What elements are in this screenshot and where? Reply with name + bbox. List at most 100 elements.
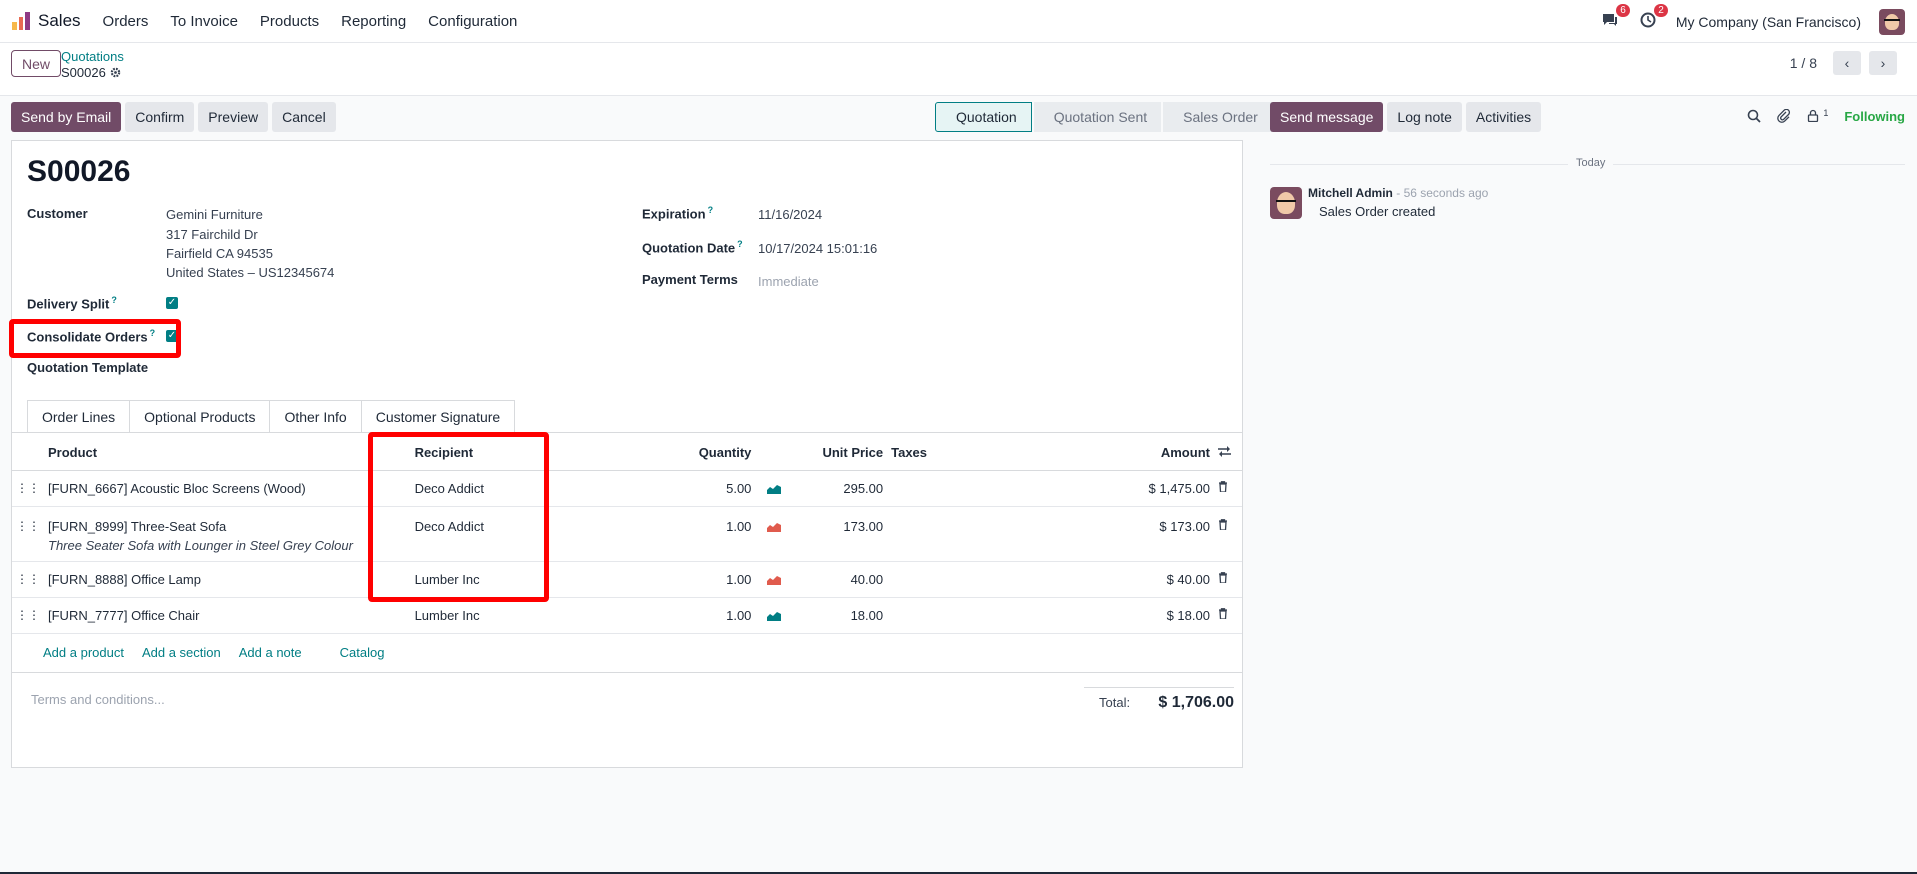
product-cell[interactable]: [FURN_6667] Acoustic Bloc Screens (Wood) xyxy=(44,470,411,507)
drag-handle-icon[interactable]: ⋮⋮ xyxy=(12,506,44,562)
drag-handle-icon[interactable]: ⋮⋮ xyxy=(12,470,44,507)
user-avatar[interactable] xyxy=(1879,8,1905,35)
sales-app-icon[interactable] xyxy=(12,12,31,30)
activities-button[interactable]: Activities xyxy=(1465,102,1542,132)
recipient-cell[interactable]: Lumber Inc xyxy=(410,561,670,598)
recipient-header[interactable]: Recipient xyxy=(410,436,670,471)
taxes-header[interactable]: Taxes xyxy=(887,436,1087,471)
taxes-cell[interactable] xyxy=(887,561,1087,598)
menu-orders[interactable]: Orders xyxy=(103,13,149,30)
log-note-button[interactable]: Log note xyxy=(1387,102,1462,132)
delete-line-icon[interactable] xyxy=(1213,506,1242,562)
quantity-header[interactable]: Quantity xyxy=(669,436,756,471)
message-author: Mitchell Admin - 56 seconds ago xyxy=(1308,186,1488,200)
table-row[interactable]: ⋮⋮ [FURN_8888] Office Lamp Lumber Inc 1.… xyxy=(12,561,1242,598)
paperclip-icon[interactable] xyxy=(1777,109,1791,124)
unit-price-cell[interactable]: 295.00 xyxy=(795,470,888,507)
terms-conditions-input[interactable]: Terms and conditions... xyxy=(31,692,165,707)
recipient-cell[interactable]: Deco Addict xyxy=(410,506,670,562)
tab-other-info[interactable]: Other Info xyxy=(270,400,362,433)
quantity-cell[interactable]: 5.00 xyxy=(669,470,756,507)
help-icon[interactable]: ? xyxy=(150,328,156,338)
pager-next-icon[interactable]: › xyxy=(1869,51,1897,75)
unit-price-header[interactable]: Unit Price xyxy=(795,436,888,471)
forecast-chart-icon[interactable] xyxy=(767,522,782,532)
product-cell[interactable]: [FURN_7777] Office Chair xyxy=(44,597,411,634)
tab-customer-signature[interactable]: Customer Signature xyxy=(361,400,516,433)
confirm-button[interactable]: Confirm xyxy=(125,102,195,132)
forecast-chart-icon[interactable] xyxy=(767,611,782,621)
breadcrumb-quotations[interactable]: Quotations xyxy=(61,49,124,64)
table-header-row: Product Recipient Quantity Unit Price Ta… xyxy=(12,436,1242,471)
recipient-cell[interactable]: Deco Addict xyxy=(410,470,670,507)
drag-handle-icon[interactable]: ⋮⋮ xyxy=(12,561,44,598)
recipient-cell[interactable]: Lumber Inc xyxy=(410,597,670,634)
add-product-link[interactable]: Add a product xyxy=(43,645,124,660)
new-button[interactable]: New xyxy=(11,50,62,77)
pager-value[interactable]: 1 / 8 xyxy=(1790,55,1817,71)
expiration-field[interactable]: 11/16/2024 xyxy=(758,207,822,222)
customer-name[interactable]: Gemini Furniture xyxy=(166,207,263,222)
add-note-link[interactable]: Add a note xyxy=(239,645,302,660)
tab-order-lines[interactable]: Order Lines xyxy=(27,400,131,433)
taxes-cell[interactable] xyxy=(887,470,1087,507)
table-row[interactable]: ⋮⋮ [FURN_8999] Three-Seat Sofa Three Sea… xyxy=(12,506,1242,562)
send-message-button[interactable]: Send message xyxy=(1270,102,1384,132)
delete-line-icon[interactable] xyxy=(1213,597,1242,634)
amount-header[interactable]: Amount xyxy=(1086,436,1214,471)
delete-line-icon[interactable] xyxy=(1213,561,1242,598)
product-cell[interactable]: [FURN_8999] Three-Seat Sofa Three Seater… xyxy=(44,506,411,562)
unit-price-cell[interactable]: 173.00 xyxy=(795,506,888,562)
menu-reporting[interactable]: Reporting xyxy=(341,13,406,30)
table-row[interactable]: ⋮⋮ [FURN_6667] Acoustic Bloc Screens (Wo… xyxy=(12,470,1242,507)
unit-price-cell[interactable]: 40.00 xyxy=(795,561,888,598)
payment-terms-field[interactable]: Immediate xyxy=(758,274,819,289)
menu-products[interactable]: Products xyxy=(260,13,319,30)
gear-icon[interactable] xyxy=(110,67,121,78)
company-switcher[interactable]: My Company (San Francisco) xyxy=(1676,14,1861,30)
pager-previous-icon[interactable]: ‹ xyxy=(1833,51,1861,75)
search-icon[interactable] xyxy=(1747,109,1762,123)
delivery-split-checkbox[interactable]: ✓ xyxy=(166,297,178,309)
quantity-cell[interactable]: 1.00 xyxy=(669,506,756,562)
activities-clock-icon[interactable]: 2 xyxy=(1638,3,1668,32)
message-author-avatar[interactable] xyxy=(1270,187,1302,219)
app-name[interactable]: Sales xyxy=(38,11,81,31)
help-icon[interactable]: ? xyxy=(737,239,743,249)
taxes-cell[interactable] xyxy=(887,597,1087,634)
add-section-link[interactable]: Add a section xyxy=(142,645,221,660)
message-author-name[interactable]: Mitchell Admin xyxy=(1308,186,1393,200)
catalog-link[interactable]: Catalog xyxy=(340,645,385,660)
followers-button[interactable]: 1 xyxy=(1807,108,1828,125)
tab-optional-products[interactable]: Optional Products xyxy=(130,400,271,433)
total-label: Total: xyxy=(1099,695,1131,710)
messages-icon[interactable]: 6 xyxy=(1600,3,1630,32)
menu-to-invoice[interactable]: To Invoice xyxy=(170,13,238,30)
quantity-cell[interactable]: 1.00 xyxy=(669,561,756,598)
status-quotation-sent[interactable]: Quotation Sent xyxy=(1033,102,1162,132)
help-icon[interactable]: ? xyxy=(708,205,714,215)
help-icon[interactable]: ? xyxy=(111,295,117,305)
product-cell[interactable]: [FURN_8888] Office Lamp xyxy=(44,561,411,598)
send-by-email-button[interactable]: Send by Email xyxy=(11,102,122,132)
drag-handle-icon[interactable]: ⋮⋮ xyxy=(12,597,44,634)
optional-columns-icon[interactable] xyxy=(1213,436,1242,471)
status-sales-order[interactable]: Sales Order xyxy=(1163,102,1272,132)
consolidate-orders-checkbox[interactable]: ✓ xyxy=(166,330,178,342)
product-header[interactable]: Product xyxy=(44,436,411,471)
delivery-split-label-text: Delivery Split xyxy=(27,296,110,312)
forecast-chart-icon[interactable] xyxy=(767,575,782,585)
cancel-button[interactable]: Cancel xyxy=(272,102,336,132)
status-quotation[interactable]: Quotation xyxy=(935,102,1032,132)
delete-line-icon[interactable] xyxy=(1213,470,1242,507)
forecast-chart-icon[interactable] xyxy=(767,484,782,494)
table-row[interactable]: ⋮⋮ [FURN_7777] Office Chair Lumber Inc 1… xyxy=(12,597,1242,634)
quantity-cell[interactable]: 1.00 xyxy=(669,597,756,634)
pager: 1 / 8 ‹ › xyxy=(1790,51,1897,75)
preview-button[interactable]: Preview xyxy=(198,102,269,132)
menu-configuration[interactable]: Configuration xyxy=(428,13,517,30)
unit-price-cell[interactable]: 18.00 xyxy=(795,597,888,634)
following-button[interactable]: Following xyxy=(1844,109,1905,124)
quotation-date-field[interactable]: 10/17/2024 15:01:16 xyxy=(758,241,877,256)
taxes-cell[interactable] xyxy=(887,506,1087,562)
